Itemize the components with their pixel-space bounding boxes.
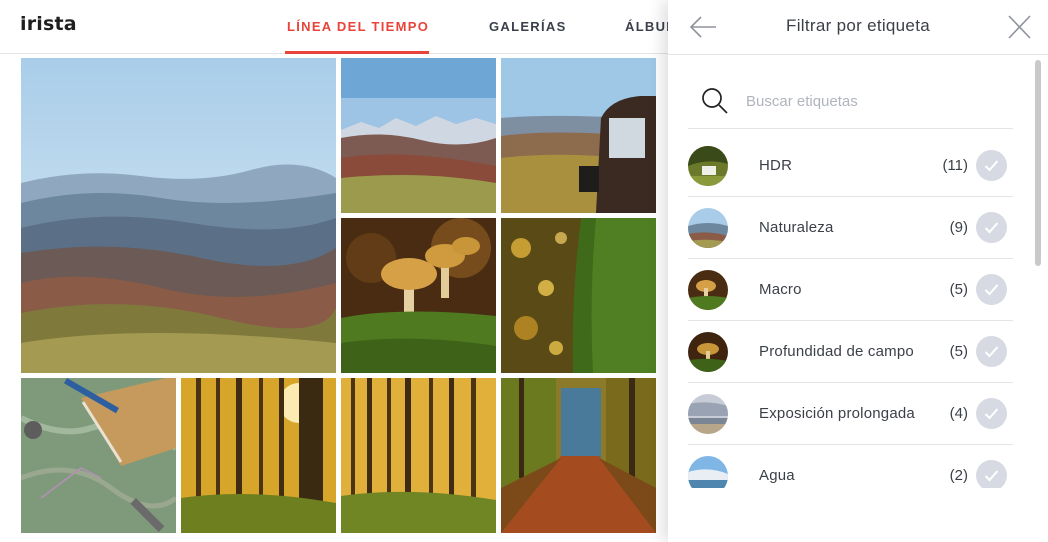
tag-item-profundidad-de-campo[interactable]: Profundidad de campo (5) bbox=[688, 321, 1013, 383]
tag-label: Naturaleza bbox=[759, 219, 834, 236]
tag-thumbnail bbox=[688, 332, 728, 372]
tag-label: Profundidad de campo bbox=[759, 343, 914, 360]
tag-thumbnail bbox=[688, 456, 728, 488]
scrollbar-thumb[interactable] bbox=[1035, 60, 1041, 266]
photo-forest-path-leaves[interactable] bbox=[501, 378, 656, 533]
checkmark-icon[interactable] bbox=[976, 212, 1007, 243]
panel-title: Filtrar por etiqueta bbox=[786, 16, 930, 35]
photo-vehicle-hills-view[interactable] bbox=[501, 58, 656, 213]
checkmark-icon[interactable] bbox=[976, 274, 1007, 305]
tab-galerias[interactable]: GALERÍAS bbox=[489, 19, 567, 34]
photo-mountain-valley-landscape[interactable] bbox=[21, 58, 336, 373]
tag-count: (5) bbox=[949, 343, 968, 360]
tag-thumbnail bbox=[688, 270, 728, 310]
search-input[interactable] bbox=[746, 89, 1001, 113]
tag-thumbnail bbox=[688, 208, 728, 248]
checkmark-icon[interactable] bbox=[976, 460, 1007, 488]
tag-thumbnail bbox=[688, 394, 728, 434]
tag-item-macro[interactable]: Macro (5) bbox=[688, 259, 1013, 321]
close-icon[interactable] bbox=[1004, 13, 1034, 41]
tag-count: (11) bbox=[942, 157, 968, 174]
photo-mushrooms-macro[interactable] bbox=[341, 218, 496, 373]
tag-search bbox=[688, 73, 1013, 129]
checkmark-icon[interactable] bbox=[976, 150, 1007, 181]
tag-item-exposicion-prolongada[interactable]: Exposición prolongada (4) bbox=[688, 383, 1013, 445]
tag-label: Macro bbox=[759, 281, 802, 298]
tag-label: Exposición prolongada bbox=[759, 405, 915, 422]
filter-panel: Filtrar por etiqueta HDR (11) bbox=[668, 0, 1048, 542]
tag-item-agua[interactable]: Agua (2) bbox=[688, 445, 1013, 488]
photo-autumn-forest-sunlight[interactable] bbox=[181, 378, 336, 533]
tab-linea-del-tiempo[interactable]: LÍNEA DEL TIEMPO bbox=[287, 19, 429, 34]
panel-header: Filtrar por etiqueta bbox=[668, 0, 1048, 55]
photo-mossy-tree-bokeh[interactable] bbox=[501, 218, 656, 373]
tag-list: HDR (11) Naturaleza (9) Macro (5) Profun… bbox=[688, 135, 1013, 488]
photo-autumn-forest-trees[interactable] bbox=[341, 378, 496, 533]
photo-map-notebook-pen[interactable] bbox=[21, 378, 176, 533]
tag-label: HDR bbox=[759, 157, 793, 174]
tag-count: (9) bbox=[949, 219, 968, 236]
active-tab-indicator bbox=[285, 51, 429, 54]
tag-item-naturaleza[interactable]: Naturaleza (9) bbox=[688, 197, 1013, 259]
tag-count: (2) bbox=[949, 467, 968, 484]
checkmark-icon[interactable] bbox=[976, 398, 1007, 429]
app-logo[interactable]: irista bbox=[20, 13, 77, 35]
photo-snowy-mountains-meadow[interactable] bbox=[341, 58, 496, 213]
tag-label: Agua bbox=[759, 467, 795, 484]
tag-item-hdr[interactable]: HDR (11) bbox=[688, 135, 1013, 197]
tag-count: (4) bbox=[949, 405, 968, 422]
tag-count: (5) bbox=[949, 281, 968, 298]
photo-grid bbox=[0, 55, 668, 542]
checkmark-icon[interactable] bbox=[976, 336, 1007, 367]
search-icon bbox=[700, 86, 730, 116]
tag-thumbnail bbox=[688, 146, 728, 186]
